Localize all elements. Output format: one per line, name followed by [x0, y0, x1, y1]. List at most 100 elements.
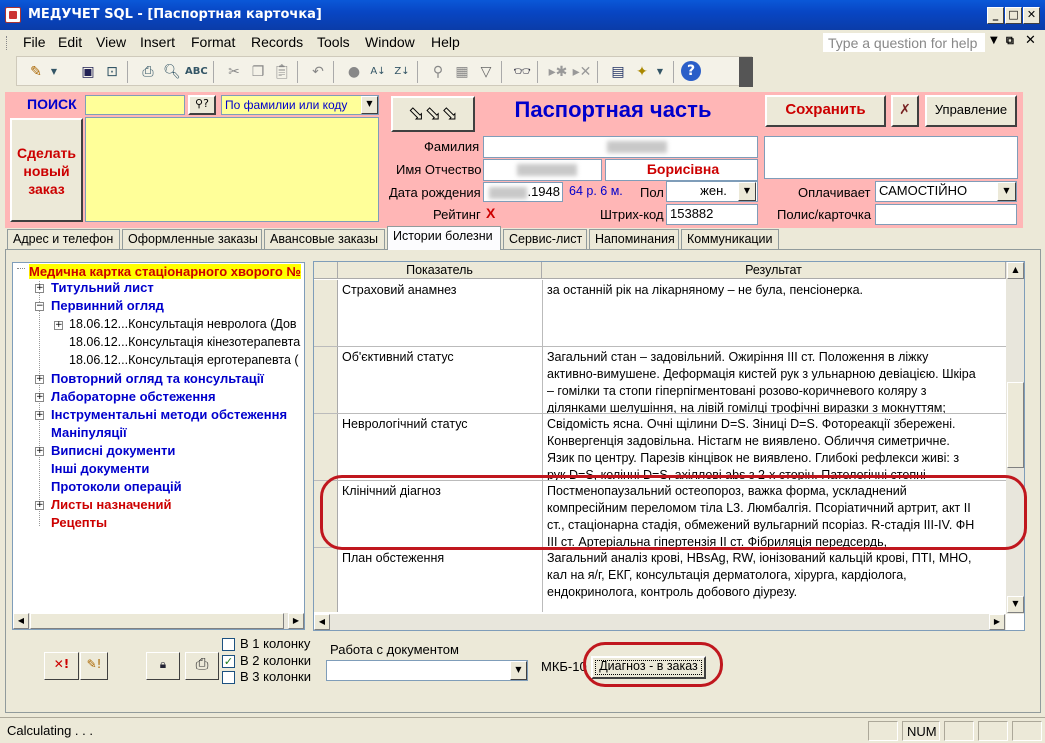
menu-tools[interactable]: Tools: [317, 34, 350, 50]
tree-node-neuro-consult[interactable]: 18.06.12...Консультація невролога (Дов: [69, 317, 297, 331]
document-tree[interactable]: Медична картка стаціонарного хворого № +…: [12, 262, 305, 630]
cut-icon[interactable]: ✂: [223, 61, 245, 83]
menu-insert[interactable]: Insert: [140, 34, 175, 50]
patronymic-field[interactable]: Борисівна: [605, 159, 758, 181]
expand-icon[interactable]: +: [35, 393, 44, 402]
tree-node-lab[interactable]: Лабораторне обстеження: [51, 389, 216, 404]
restore-icon[interactable]: ⧉: [1006, 34, 1014, 48]
column-option-3-checkbox[interactable]: [222, 671, 235, 684]
tree-node-ergo-consult[interactable]: 18.06.12...Консультація ерготерапевта (: [69, 353, 299, 367]
tab-reminders[interactable]: Напоминания: [589, 229, 679, 249]
search-db-icon[interactable]: ⊡: [101, 61, 123, 83]
collapse-icon[interactable]: −: [35, 302, 44, 311]
help-icon[interactable]: ?: [681, 61, 701, 81]
scroll-right-icon[interactable]: ▶: [288, 613, 304, 629]
tree-hscroll-thumb[interactable]: [30, 613, 284, 629]
policy-field[interactable]: [875, 204, 1017, 225]
find-icon[interactable]: 👓︎: [511, 61, 533, 83]
tab-service-list[interactable]: Сервис-лист: [503, 229, 587, 249]
expand-icon[interactable]: +: [35, 284, 44, 293]
column-option-2-checkbox[interactable]: ✓: [222, 655, 235, 668]
close-button[interactable]: ✕: [1023, 7, 1040, 24]
sort-ascending-icon[interactable]: A↓: [367, 61, 389, 83]
history-grid[interactable]: Показатель Результат Страховий анамнез з…: [313, 261, 1025, 631]
search-mode-dropdown-icon[interactable]: ▼: [361, 96, 378, 114]
menu-file[interactable]: File: [23, 34, 46, 50]
tree-node-initial-exam[interactable]: Первинний огляд: [51, 298, 164, 313]
tree-node-title-page[interactable]: Титульний лист: [51, 280, 154, 295]
tree-node-kinesio-consult[interactable]: 18.06.12...Консультація кінезотерапевта: [69, 335, 300, 349]
new-order-button[interactable]: Сделать новый заказ: [10, 118, 83, 222]
new-object-icon[interactable]: ✦: [631, 61, 653, 83]
surname-field[interactable]: [483, 136, 758, 158]
new-record-icon[interactable]: ▸✱: [547, 61, 569, 83]
search-binoculars-button[interactable]: ⚲?: [188, 95, 216, 115]
print-icon[interactable]: ⎙: [137, 61, 159, 83]
column-header-indicator[interactable]: Показатель: [338, 262, 542, 279]
design-view-icon[interactable]: ✎: [25, 61, 47, 83]
tree-node-manipulations[interactable]: Маніпуляції: [51, 425, 127, 440]
tree-hscrollbar[interactable]: ◀ ▶: [13, 613, 304, 629]
paste-icon[interactable]: 📋︎: [271, 61, 293, 83]
tree-node-discharge[interactable]: Виписні документи: [51, 443, 175, 458]
scroll-down-icon[interactable]: ▼: [1007, 596, 1024, 613]
delete-doc-button[interactable]: ✕!: [44, 652, 79, 680]
sex-dropdown-icon[interactable]: ▼: [738, 182, 756, 201]
menu-records[interactable]: Records: [251, 34, 303, 50]
table-row[interactable]: План обстеження Загальний аналіз крові, …: [314, 548, 1006, 612]
grid-hscrollbar[interactable]: ◀ ▶: [314, 614, 1006, 630]
undo-icon[interactable]: ↶: [307, 61, 329, 83]
expand-icon[interactable]: +: [35, 501, 44, 510]
search-results-list[interactable]: [85, 117, 379, 222]
expand-icon[interactable]: +: [35, 447, 44, 456]
row-result[interactable]: за останній рік на лікарняному – не була…: [543, 280, 983, 346]
tree-root[interactable]: Медична картка стаціонарного хворого №: [29, 264, 301, 279]
menu-window[interactable]: Window: [365, 34, 415, 50]
barcode-field[interactable]: 153882: [666, 204, 758, 225]
doc-close-icon[interactable]: ✕: [1025, 33, 1036, 48]
row-result[interactable]: Загальний стан – задовільний. Ожиріння І…: [543, 347, 983, 413]
save-button[interactable]: Сохранить: [765, 95, 886, 127]
nav-arrows-button[interactable]: ⬂⬂⬂: [391, 96, 475, 132]
maximize-button[interactable]: □: [1005, 7, 1022, 24]
column-header-result[interactable]: Результат: [542, 262, 1006, 279]
tree-node-recipes[interactable]: Рецепты: [51, 515, 107, 530]
row-result[interactable]: Свідомість ясна. Очні щілини D=S. Зіниці…: [543, 414, 983, 480]
toolbar-options-icon[interactable]: [739, 57, 753, 87]
payer-select[interactable]: САМОСТІЙНО: [875, 181, 1017, 202]
expand-icon[interactable]: +: [54, 321, 63, 330]
payer-dropdown-icon[interactable]: ▼: [997, 182, 1016, 201]
insert-hyperlink-icon[interactable]: ●: [343, 61, 365, 83]
cancel-icon-button[interactable]: ✗: [891, 95, 919, 127]
view-dropdown-icon[interactable]: ▼: [49, 61, 59, 83]
tab-advance-orders[interactable]: Авансовые заказы: [264, 229, 385, 249]
tab-medical-history[interactable]: Истории болезни: [387, 226, 501, 250]
notes-field[interactable]: [764, 136, 1018, 179]
expand-icon[interactable]: +: [35, 375, 44, 384]
filter-selection-icon[interactable]: ⚲: [427, 61, 449, 83]
tree-node-operations[interactable]: Протоколи операцій: [51, 479, 182, 494]
print-button[interactable]: ⎙: [185, 652, 219, 680]
print-preview-icon[interactable]: 🔍︎: [161, 61, 183, 83]
database-window-icon[interactable]: ▤: [607, 61, 629, 83]
table-row[interactable]: Неврологічний статус Свідомість ясна. Оч…: [314, 414, 1006, 481]
copy-icon[interactable]: ❐: [247, 61, 269, 83]
tree-node-repeat-exam[interactable]: Повторний огляд та консультації: [51, 371, 264, 386]
grid-vscrollbar[interactable]: ▲ ▼: [1006, 262, 1024, 614]
minimize-button[interactable]: _: [987, 7, 1004, 24]
row-result[interactable]: Загальний аналіз крові, HBsAg, RW, іоніз…: [543, 548, 983, 610]
column-option-1-checkbox[interactable]: [222, 638, 235, 651]
search-mode-select[interactable]: По фамилии или коду: [221, 95, 379, 115]
spelling-icon[interactable]: ABC: [185, 61, 208, 83]
lock-button[interactable]: 🔒︎: [146, 652, 180, 680]
grid-vscroll-thumb[interactable]: [1007, 382, 1024, 468]
delete-record-icon[interactable]: ▸✕: [571, 61, 593, 83]
tab-orders[interactable]: Оформленные заказы: [122, 229, 262, 249]
search-input[interactable]: [85, 95, 185, 115]
scroll-left-icon[interactable]: ◀: [314, 614, 330, 630]
tree-node-other-docs[interactable]: Інші документи: [51, 461, 149, 476]
apply-filter-icon[interactable]: ▽: [475, 61, 497, 83]
manage-button[interactable]: Управление: [925, 95, 1017, 127]
menu-view[interactable]: View: [96, 34, 126, 50]
sort-descending-icon[interactable]: Z↓: [391, 61, 413, 83]
